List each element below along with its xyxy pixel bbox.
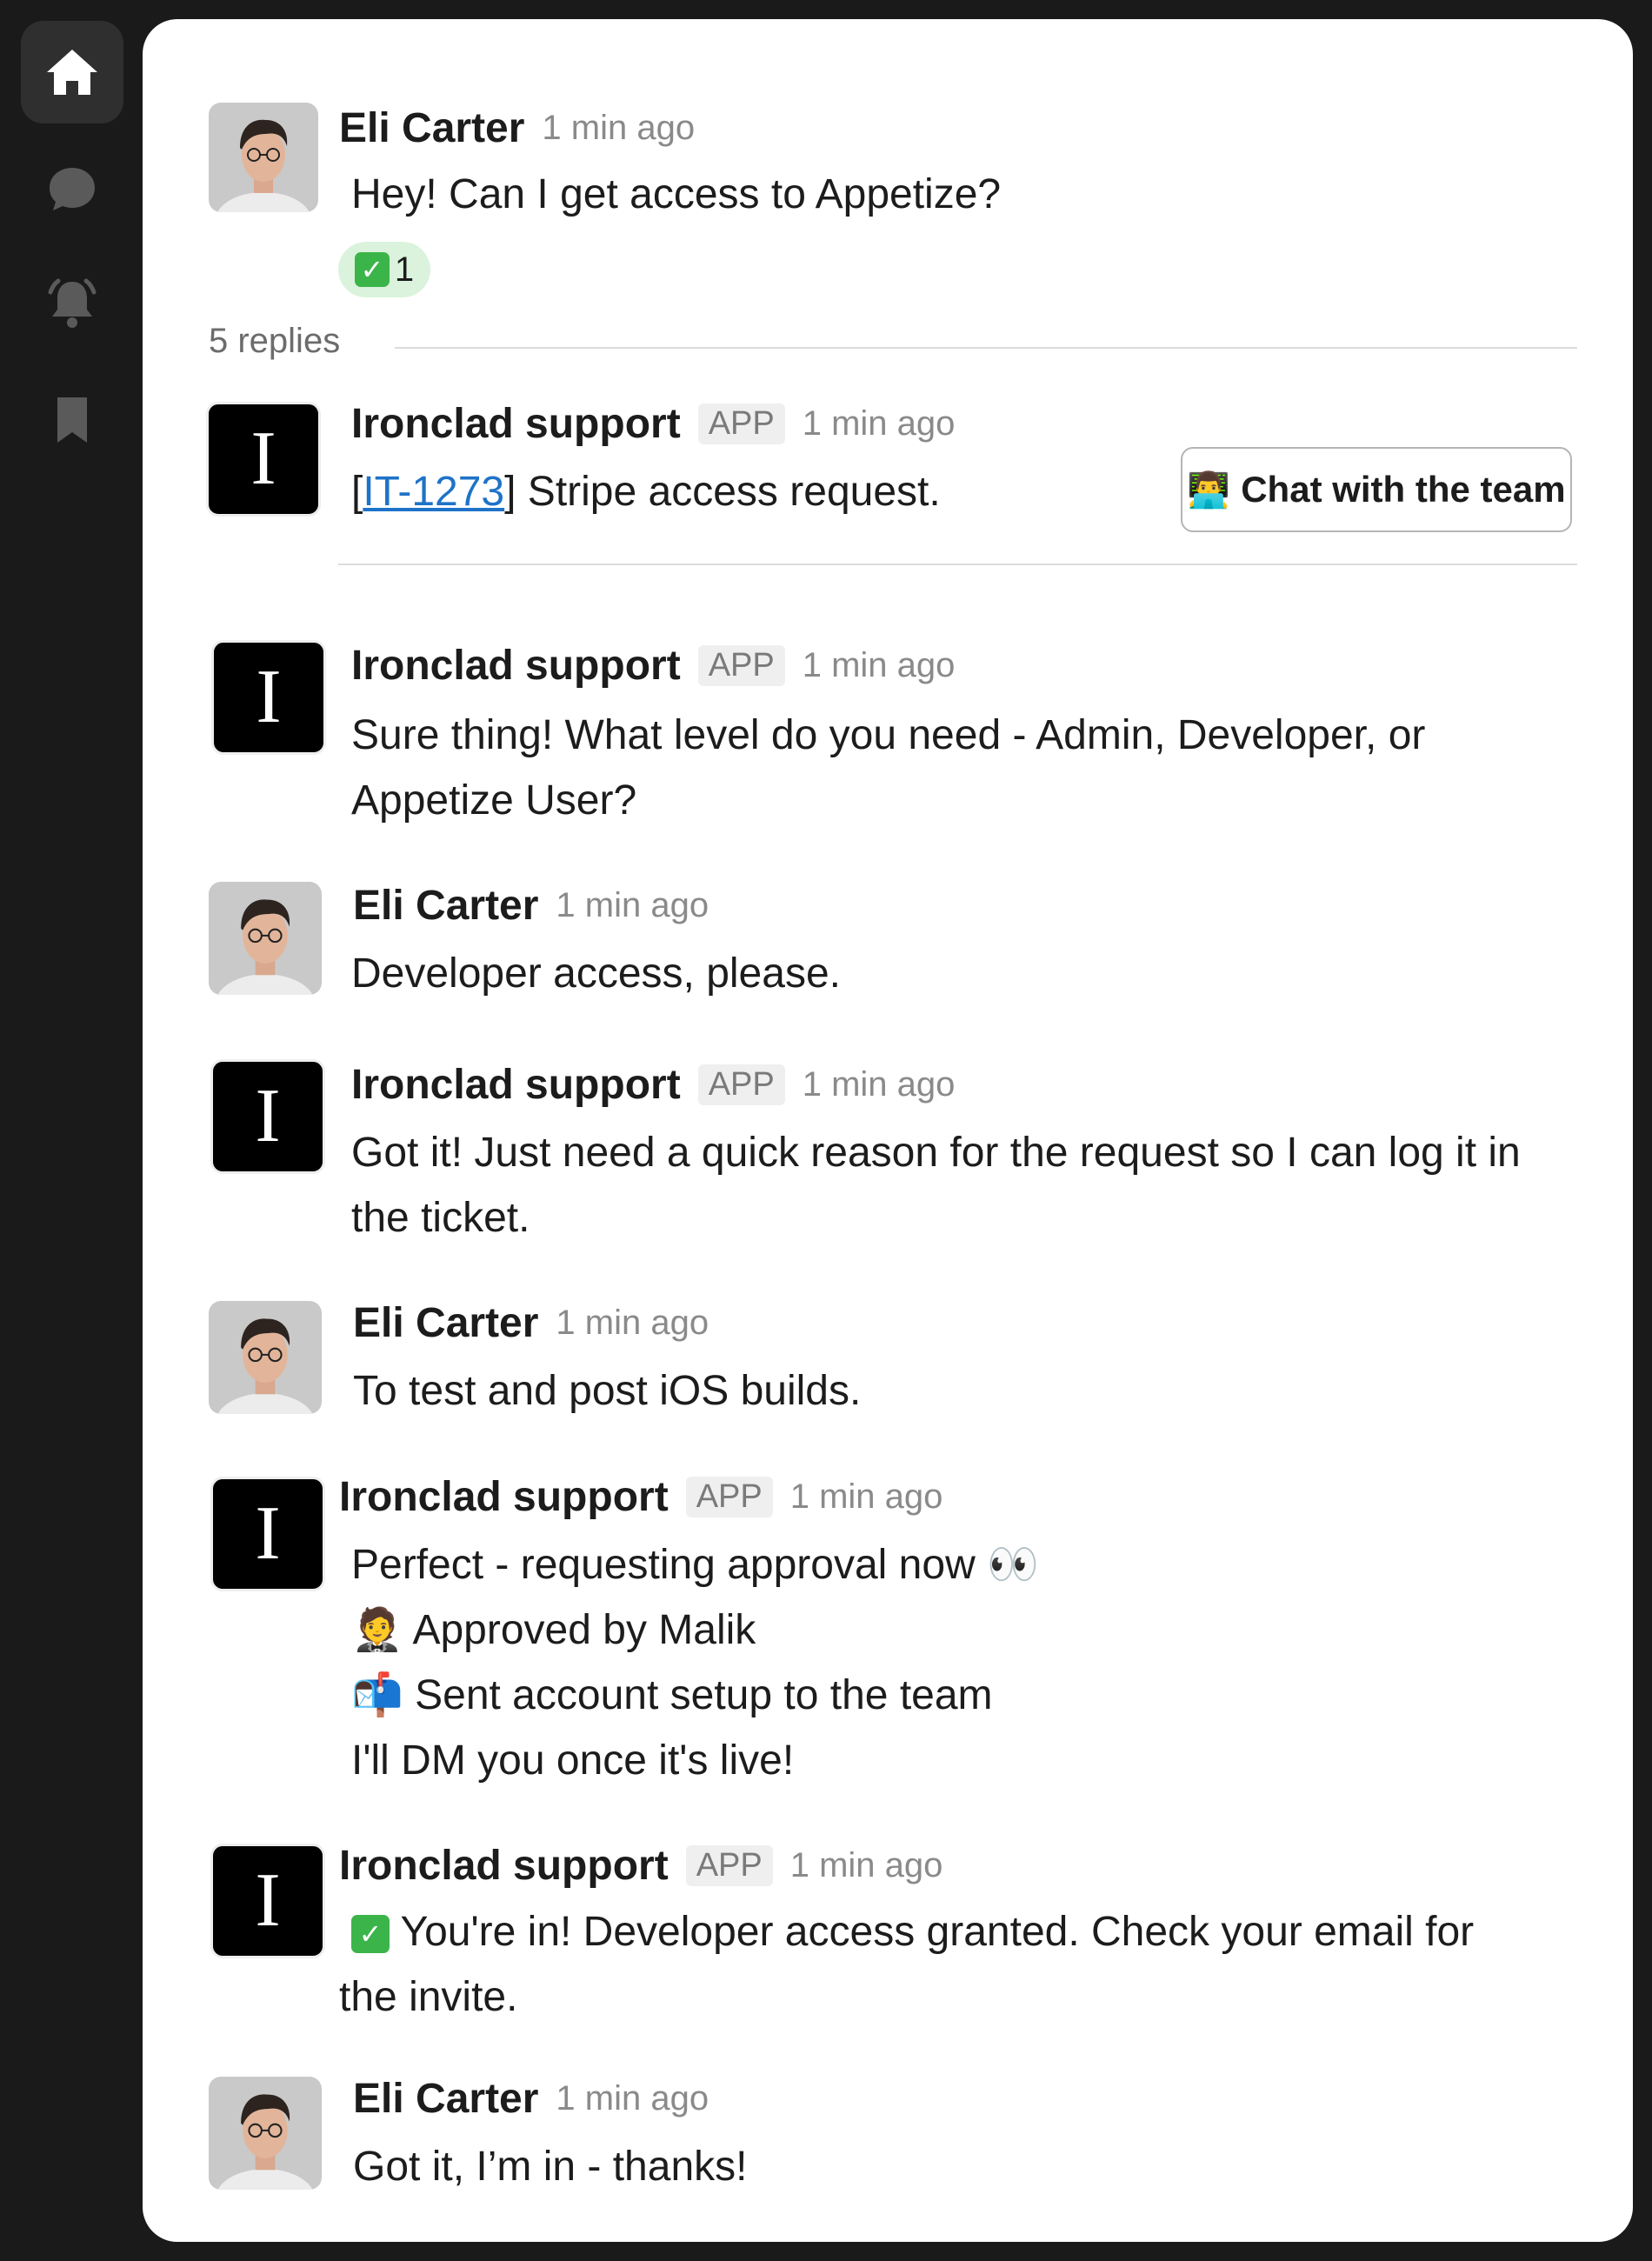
app-avatar-letter: I: [255, 1858, 281, 1943]
chat-bubble-icon: [50, 168, 95, 210]
timestamp[interactable]: 1 min ago: [803, 1065, 956, 1104]
message-line: Got it! Just need a quick reason for the…: [351, 1130, 1521, 1176]
bookmark-icon: [57, 397, 87, 443]
ticket-description: Stripe access request.: [516, 469, 941, 515]
message-line: Developer access, please.: [351, 950, 841, 997]
user-photo-icon: [209, 882, 322, 995]
ticket-link[interactable]: IT-1273: [363, 469, 504, 515]
author-name[interactable]: Ironclad support: [351, 1061, 681, 1109]
author-name[interactable]: Eli Carter: [353, 882, 538, 930]
app-avatar-letter: I: [250, 417, 276, 501]
message-line: the invite.: [339, 1974, 518, 2020]
timestamp[interactable]: 1 min ago: [556, 2079, 709, 2118]
app-avatar-letter: I: [255, 1491, 281, 1576]
user-photo-icon: [209, 103, 318, 212]
avatar[interactable]: [209, 2077, 322, 2190]
app-avatar[interactable]: I: [206, 402, 321, 517]
message-line: 📬 Sent account setup to the team: [351, 1672, 993, 1718]
message-text: Developer access, please.: [351, 941, 841, 1006]
author-name[interactable]: Ironclad support: [351, 642, 681, 690]
message-text: Perfect - requesting approval now 👀 🤵 Ap…: [351, 1532, 1039, 1793]
author-name[interactable]: Eli Carter: [353, 1299, 538, 1347]
message-text: ✓ You're in! Developer access granted. C…: [339, 1899, 1474, 2030]
button-label: Chat with the team: [1241, 469, 1566, 510]
app-avatar-letter: I: [256, 655, 282, 739]
home-icon: [47, 50, 97, 95]
message-line: To test and post iOS builds.: [353, 1368, 862, 1414]
check-mark-icon: ✓: [354, 252, 390, 287]
avatar[interactable]: [209, 103, 318, 212]
app-badge: APP: [685, 1845, 773, 1886]
timestamp[interactable]: 1 min ago: [803, 646, 956, 685]
thread-panel: Eli Carter 1 min ago Hey! Can I get acce…: [143, 19, 1633, 2242]
user-photo-icon: [209, 1301, 322, 1414]
author-name[interactable]: Eli Carter: [339, 104, 524, 152]
app-avatar[interactable]: I: [210, 1844, 325, 1958]
message-text: Hey! Can I get access to Appetize?: [351, 171, 1002, 217]
chat-with-team-button[interactable]: 👨‍💻 Chat with the team: [1181, 447, 1572, 532]
message-line: Sure thing! What level do you need - Adm…: [351, 712, 1426, 758]
app-window: Eli Carter 1 min ago Hey! Can I get acce…: [0, 0, 1652, 2261]
bracket-open: [: [351, 469, 363, 515]
reaction-count: 1: [394, 250, 415, 289]
timestamp[interactable]: 1 min ago: [803, 404, 956, 444]
author-name[interactable]: Ironclad support: [351, 400, 681, 448]
message-line: I'll DM you once it's live!: [351, 1737, 795, 1784]
message-text: [IT-1273] Stripe access request.: [351, 459, 941, 524]
replies-count: 5 replies: [209, 322, 341, 360]
message-text: Got it! Just need a quick reason for the…: [351, 1120, 1521, 1251]
message-line: Perfect - requesting approval now 👀: [351, 1542, 1039, 1588]
message-text: Sure thing! What level do you need - Adm…: [351, 703, 1425, 833]
message-line: Appetize User?: [351, 777, 637, 824]
app-badge: APP: [685, 1477, 773, 1517]
timestamp[interactable]: 1 min ago: [556, 1304, 709, 1343]
message-line: 🤵 Approved by Malik: [351, 1607, 756, 1653]
author-name[interactable]: Ironclad support: [339, 1473, 669, 1521]
message-line-text: You're in! Developer access granted. Che…: [390, 1909, 1475, 1955]
nav-home[interactable]: [21, 21, 123, 123]
bell-icon: [48, 278, 97, 328]
app-avatar[interactable]: I: [210, 1477, 325, 1591]
author-name[interactable]: Eli Carter: [353, 2075, 538, 2123]
message-text: To test and post iOS builds.: [353, 1358, 861, 1424]
bracket-close: ]: [504, 469, 516, 515]
avatar[interactable]: [209, 1301, 322, 1414]
app-avatar-letter: I: [255, 1074, 281, 1158]
nav-messages[interactable]: [21, 137, 123, 240]
divider: [395, 347, 1577, 349]
sidebar: [0, 0, 141, 2261]
app-avatar[interactable]: I: [210, 1059, 325, 1174]
message-line: ✓ You're in! Developer access granted. C…: [339, 1899, 1474, 1964]
app-badge: APP: [697, 1064, 785, 1105]
user-photo-icon: [209, 2077, 322, 2190]
app-avatar[interactable]: I: [211, 640, 326, 755]
author-name[interactable]: Ironclad support: [339, 1842, 669, 1890]
nav-activity[interactable]: [21, 252, 123, 355]
divider: [338, 564, 1577, 565]
timestamp[interactable]: 1 min ago: [790, 1846, 943, 1885]
timestamp[interactable]: 1 min ago: [542, 109, 695, 148]
app-badge: APP: [697, 645, 785, 686]
timestamp[interactable]: 1 min ago: [556, 886, 709, 925]
technologist-icon: 👨‍💻: [1187, 470, 1231, 510]
message-line: Got it, I’m in - thanks!: [353, 2144, 748, 2190]
message-line: the ticket.: [351, 1195, 530, 1241]
avatar[interactable]: [209, 882, 322, 995]
app-badge: APP: [697, 404, 785, 444]
nav-saved[interactable]: [21, 369, 123, 471]
check-mark-icon: ✓: [351, 1915, 390, 1954]
timestamp[interactable]: 1 min ago: [790, 1477, 943, 1517]
reaction-pill[interactable]: ✓ 1: [338, 242, 430, 297]
message-text: Got it, I’m in - thanks!: [353, 2134, 747, 2199]
